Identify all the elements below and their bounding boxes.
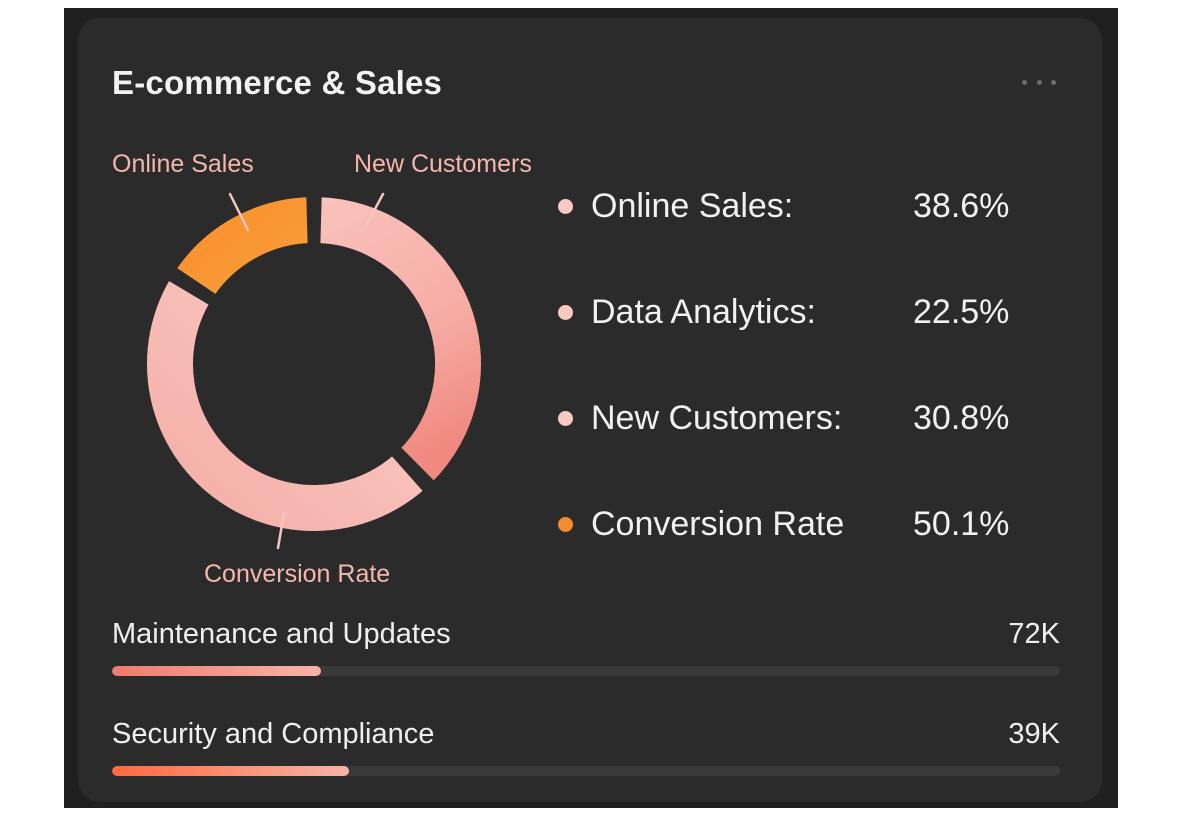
donut-label: Online Sales (112, 150, 254, 178)
legend-label: Conversion Rate (591, 504, 845, 543)
legend-value: 50.1% (913, 504, 1010, 543)
legend-dot (558, 198, 573, 214)
legend-dot (558, 304, 573, 320)
progress-track (112, 666, 1060, 676)
legend-dot (558, 410, 573, 426)
legend-item-new-customers: New Customers: 30.8% (556, 395, 1036, 441)
donut-slice-new-customers[interactable] (314, 191, 487, 488)
progress-track (112, 766, 1060, 776)
donut-label: New Customers (354, 150, 532, 178)
legend-value: 30.8% (913, 398, 1010, 437)
donut-slice-conversion-rate[interactable] (141, 273, 430, 537)
metric-maintenance-updates: Maintenance and Updates 72K (112, 618, 1060, 688)
legend-label: Online Sales: (591, 186, 794, 225)
donut-label: Conversion Rate (204, 560, 390, 588)
metric-label: Maintenance and Updates (112, 618, 451, 650)
metric-value: 72K (1008, 618, 1060, 650)
progress-fill (112, 766, 349, 776)
progress-fill (112, 666, 321, 676)
legend-item-data-analytics: Data Analytics: 22.5% (556, 289, 1036, 335)
screenshot-frame: E-commerce & Sales Online Sales New Cust… (64, 8, 1118, 808)
legend-label: Data Analytics: (591, 292, 816, 331)
donut-slices (141, 191, 487, 537)
legend-item-conversion-rate: Conversion Rate 50.1% (556, 501, 1036, 547)
ecommerce-sales-card: E-commerce & Sales Online Sales New Cust… (78, 18, 1102, 802)
legend-item-online-sales: Online Sales: 38.6% (556, 183, 1036, 229)
metric-security-compliance: Security and Compliance 39K (112, 718, 1060, 788)
legend-dot (558, 516, 573, 532)
legend-value: 38.6% (913, 186, 1010, 225)
legend-label: New Customers: (591, 398, 843, 437)
donut-slice-online-sales[interactable] (170, 191, 314, 302)
legend-value: 22.5% (913, 292, 1010, 331)
metric-value: 39K (1008, 718, 1060, 750)
metric-label: Security and Compliance (112, 718, 435, 750)
